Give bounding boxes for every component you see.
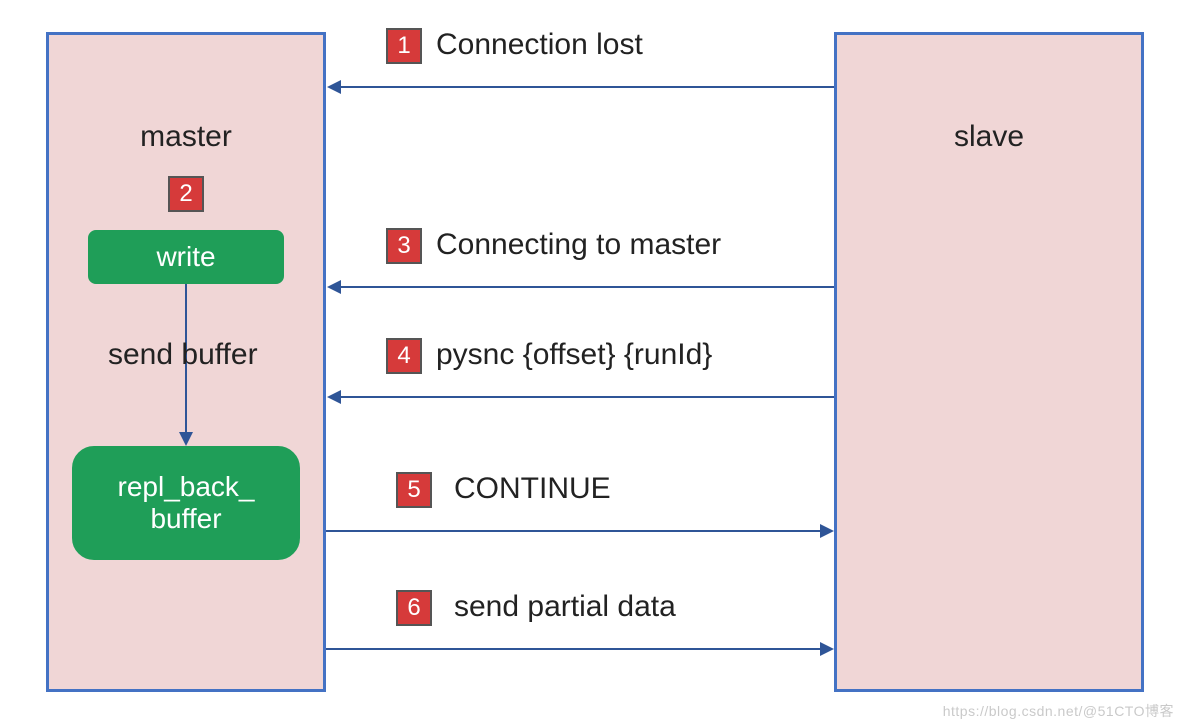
step-badge-3: 3 [386,228,422,264]
send-buffer-label: send buffer [108,338,258,372]
arrow-5 [326,530,820,532]
step-badge-1: 1 [386,28,422,64]
arrow-6-head [820,642,834,656]
arrow-5-head [820,524,834,538]
step-text-4: pysnc {offset} {runId} [436,338,712,372]
step-text-6: send partial data [454,590,676,624]
arrow-3-head [327,280,341,294]
arrow-3 [340,286,834,288]
step-badge-6: 6 [396,590,432,626]
watermark: https://blog.csdn.net/@51CTO博客 [943,701,1174,721]
arrow-1-head [327,80,341,94]
arrow-write-to-buffer-head [179,432,193,446]
step-badge-5: 5 [396,472,432,508]
arrow-4 [340,396,834,398]
step-text-1: Connection lost [436,28,643,62]
arrow-6 [326,648,820,650]
step-badge-2: 2 [168,176,204,212]
step-badge-4: 4 [386,338,422,374]
arrow-4-head [327,390,341,404]
repl-back-buffer-box: repl_back_ buffer [72,446,300,560]
step-text-5: CONTINUE [454,472,611,506]
arrow-1 [340,86,834,88]
master-label: master [46,120,326,154]
write-box: write [88,230,284,284]
slave-label: slave [834,120,1144,154]
step-text-3: Connecting to master [436,228,721,262]
